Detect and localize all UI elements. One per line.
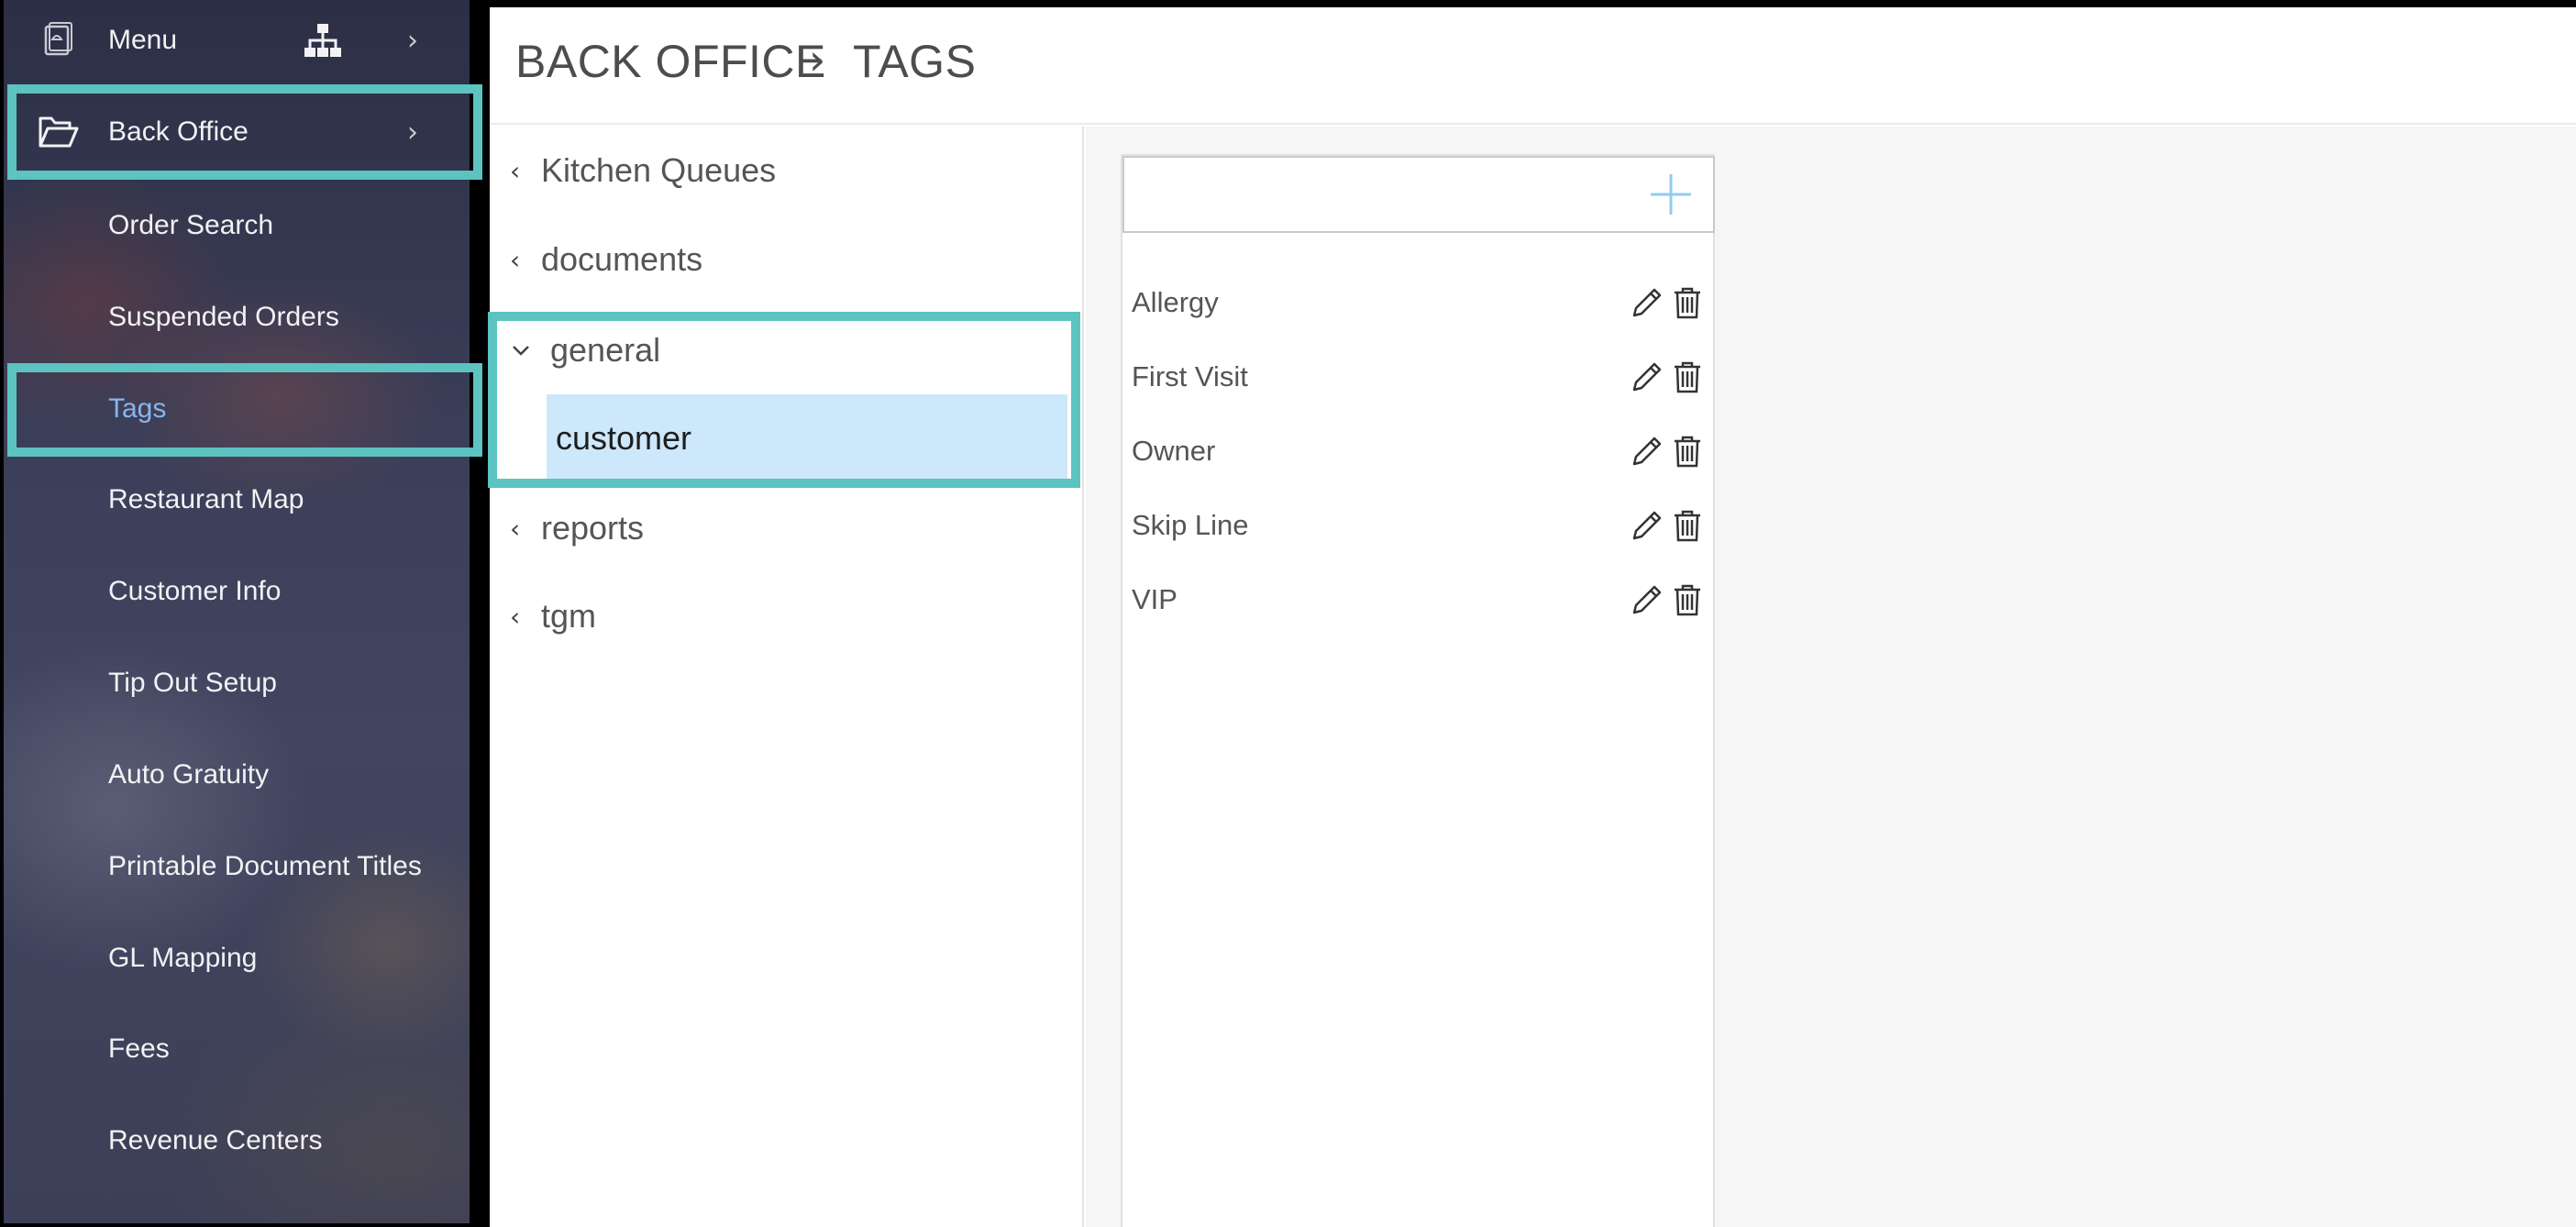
menu-book-icon xyxy=(44,22,72,56)
pencil-icon[interactable] xyxy=(1629,284,1665,321)
tags-pane: Allergy First Visit Owner Skip Line VIP xyxy=(1086,127,2576,1227)
chevron-down-icon xyxy=(513,346,529,356)
sidebar-item-order-search[interactable]: Order Search xyxy=(4,180,470,271)
trash-icon[interactable] xyxy=(1669,433,1706,470)
tree-item-tgm[interactable]: ‹ tgm xyxy=(490,572,1084,660)
sidebar-item-fees[interactable]: Fees xyxy=(4,1003,470,1095)
new-tag-field xyxy=(1122,156,1715,233)
pencil-icon[interactable] xyxy=(1629,433,1665,470)
sidebar-item-customer-info[interactable]: Customer Info xyxy=(4,546,470,637)
sidebar-back-office-item[interactable]: Back Office › xyxy=(4,86,470,178)
sidebar-item-suspended-orders[interactable]: Suspended Orders xyxy=(4,271,470,363)
main-content: BACK OFFICE › TAGS ‹ Kitchen Queues ‹ do… xyxy=(490,7,2576,1227)
add-icon[interactable] xyxy=(1647,171,1695,218)
tree-item-kitchen-queues[interactable]: ‹ Kitchen Queues xyxy=(490,127,1084,215)
trash-icon[interactable] xyxy=(1669,359,1706,395)
folder-open-icon xyxy=(39,116,79,148)
sidebar-item-label: Order Search xyxy=(108,210,274,240)
trash-icon[interactable] xyxy=(1669,581,1706,618)
tree-item-reports[interactable]: ‹ reports xyxy=(490,484,1084,572)
sidebar-item-revenue-centers[interactable]: Revenue Centers xyxy=(4,1095,470,1187)
tag-name: VIP xyxy=(1132,583,1177,615)
breadcrumb-root[interactable]: BACK OFFICE xyxy=(515,35,826,88)
sidebar-item-printable-document-titles[interactable]: Printable Document Titles xyxy=(4,821,470,912)
trash-icon[interactable] xyxy=(1669,284,1706,321)
tag-name: Owner xyxy=(1132,435,1216,467)
tree-child-customer[interactable]: customer xyxy=(547,394,1067,482)
sidebar-item-label: Tip Out Setup xyxy=(108,668,277,698)
sidebar-item-label: GL Mapping xyxy=(108,943,258,973)
sidebar-item-label: Tags xyxy=(108,393,167,424)
pencil-icon[interactable] xyxy=(1629,581,1665,618)
sidebar-menu-label: Menu xyxy=(108,25,178,55)
tree-item-label: Kitchen Queues xyxy=(541,151,777,189)
new-tag-input[interactable] xyxy=(1133,167,1610,222)
tag-row: Owner xyxy=(1122,415,1715,488)
chevron-left-icon: ‹ xyxy=(510,155,521,186)
page-title: TAGS xyxy=(853,36,977,87)
tree-item-documents[interactable]: ‹ documents xyxy=(490,216,1084,304)
tag-row: VIP xyxy=(1122,563,1715,636)
pencil-icon[interactable] xyxy=(1629,507,1665,544)
category-tree: ‹ Kitchen Queues ‹ documents general cus… xyxy=(490,127,1084,1227)
pencil-icon[interactable] xyxy=(1629,359,1665,395)
tag-row: Allergy xyxy=(1122,266,1715,339)
org-chart-icon[interactable] xyxy=(303,22,343,59)
chevron-left-icon: ‹ xyxy=(510,244,521,275)
sidebar: Menu › Back Office › Order Search Suspen… xyxy=(4,0,470,1223)
tag-row: First Visit xyxy=(1122,340,1715,414)
tag-row: Skip Line xyxy=(1122,489,1715,562)
sidebar-back-office-label: Back Office xyxy=(108,116,249,147)
tag-list-panel: Allergy First Visit Owner Skip Line VIP xyxy=(1121,154,1715,1227)
tag-name: Skip Line xyxy=(1132,509,1249,541)
tag-name: Allergy xyxy=(1132,286,1219,318)
sidebar-item-label: Auto Gratuity xyxy=(108,759,270,790)
tag-name: First Visit xyxy=(1132,360,1248,392)
sidebar-item-restaurant-map[interactable]: Restaurant Map xyxy=(4,454,470,546)
tree-child-label: customer xyxy=(556,419,692,457)
sidebar-item-label: Printable Document Titles xyxy=(108,851,422,881)
tree-item-label: tgm xyxy=(541,597,597,635)
sidebar-item-label: Customer Info xyxy=(108,576,282,606)
page-header: BACK OFFICE › TAGS xyxy=(490,7,2576,125)
chevron-left-icon: ‹ xyxy=(510,513,521,544)
tree-item-label: reports xyxy=(541,509,645,547)
sidebar-item-tip-out-setup[interactable]: Tip Out Setup xyxy=(4,637,470,729)
chevron-left-icon: ‹ xyxy=(510,601,521,632)
sidebar-item-label: Revenue Centers xyxy=(108,1125,323,1155)
breadcrumb-chevron-icon: › xyxy=(809,35,826,84)
sidebar-item-auto-gratuity[interactable]: Auto Gratuity xyxy=(4,729,470,821)
sidebar-item-label: Fees xyxy=(108,1034,170,1064)
sidebar-menu-item[interactable]: Menu › xyxy=(4,0,470,86)
chevron-right-icon: › xyxy=(407,24,418,57)
sidebar-item-label: Restaurant Map xyxy=(108,484,304,514)
trash-icon[interactable] xyxy=(1669,507,1706,544)
sidebar-item-gl-mapping[interactable]: GL Mapping xyxy=(4,912,470,1004)
tree-item-label: general xyxy=(550,331,661,369)
tree-item-general[interactable]: general xyxy=(490,306,1084,394)
sidebar-item-label: Suspended Orders xyxy=(108,302,339,332)
chevron-right-icon: › xyxy=(407,116,418,149)
tree-item-label: documents xyxy=(541,240,703,278)
sidebar-item-tags[interactable]: Tags xyxy=(4,363,470,455)
